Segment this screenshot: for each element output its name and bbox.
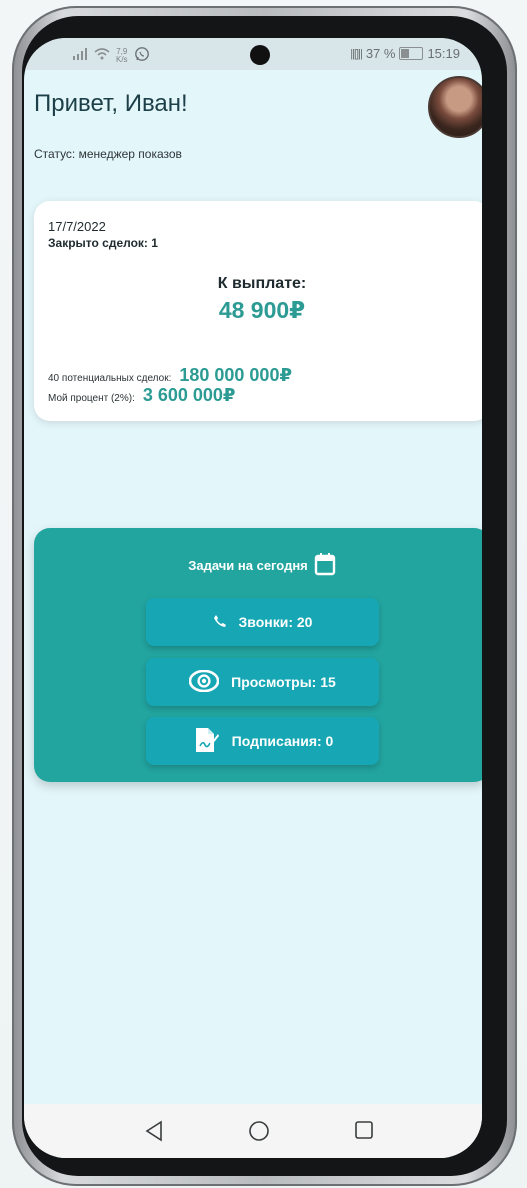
summary-date: 17/7/2022 (48, 219, 106, 234)
payout-label: К выплате: (217, 275, 307, 292)
recent-apps-icon[interactable] (354, 1120, 374, 1145)
signings-button[interactable]: Подписания: 0 (146, 717, 379, 765)
calls-button[interactable]: Звонки: 20 (146, 598, 379, 646)
status-bar: 7,9 K/s ||[]|| 37 % 15:19 (24, 38, 482, 70)
clock: 15:19 (427, 46, 460, 61)
potential-deals-row: 40 потенциальных сделок: 180 000 000₽ (48, 365, 292, 386)
calls-label: Звонки: 20 (238, 614, 313, 630)
signal-icon (72, 48, 88, 63)
document-sign-icon (192, 726, 220, 757)
greeting-title: Привет, Иван! (34, 90, 188, 117)
status-left: 7,9 K/s (72, 46, 150, 65)
whatsapp-icon (134, 46, 150, 65)
back-icon[interactable] (144, 1120, 164, 1147)
percent-row: Мой процент (2%): 3 600 000₽ (48, 385, 235, 406)
views-label: Просмотры: 15 (231, 674, 336, 690)
tasks-title-text: Задачи на сегодня (188, 558, 308, 573)
summary-card: 17/7/2022 Закрыто сделок: 1 К выплате: 4… (34, 201, 482, 421)
tasks-title: Задачи на сегодня (34, 552, 482, 579)
percent-value: 3 600 000₽ (142, 385, 236, 405)
eye-icon (188, 669, 220, 695)
tasks-card: Задачи на сегодня Звонки: 20 Просмотры: … (34, 528, 482, 782)
signings-label: Подписания: 0 (231, 733, 334, 749)
potential-label: 40 потенциальных сделок: (48, 373, 172, 384)
home-icon[interactable] (248, 1120, 270, 1147)
vibrate-icon: ||[]|| (350, 47, 363, 60)
status-right: ||[]|| 37 % 15:19 (350, 46, 460, 61)
views-button[interactable]: Просмотры: 15 (146, 658, 379, 706)
percent-label: Мой процент (2%): (48, 393, 135, 404)
payout-value: 48 900₽ (218, 297, 306, 323)
network-speed: 7,9 K/s (116, 47, 128, 64)
closed-deals: Закрыто сделок: 1 (48, 236, 158, 250)
camera-hole (250, 45, 270, 65)
avatar[interactable] (428, 76, 482, 138)
app-screen: 7,9 K/s ||[]|| 37 % 15:19 Привет, Иван! … (24, 38, 482, 1158)
user-status: Статус: менеджер показов (34, 147, 182, 161)
calendar-icon[interactable] (314, 552, 336, 579)
battery-percent: 37 % (365, 46, 396, 61)
battery-icon (399, 47, 424, 60)
potential-value: 180 000 000₽ (179, 365, 292, 385)
phone-icon (213, 614, 227, 631)
network-speed-unit: K/s (116, 54, 128, 64)
nav-bar (24, 1104, 482, 1158)
wifi-icon (94, 48, 110, 63)
